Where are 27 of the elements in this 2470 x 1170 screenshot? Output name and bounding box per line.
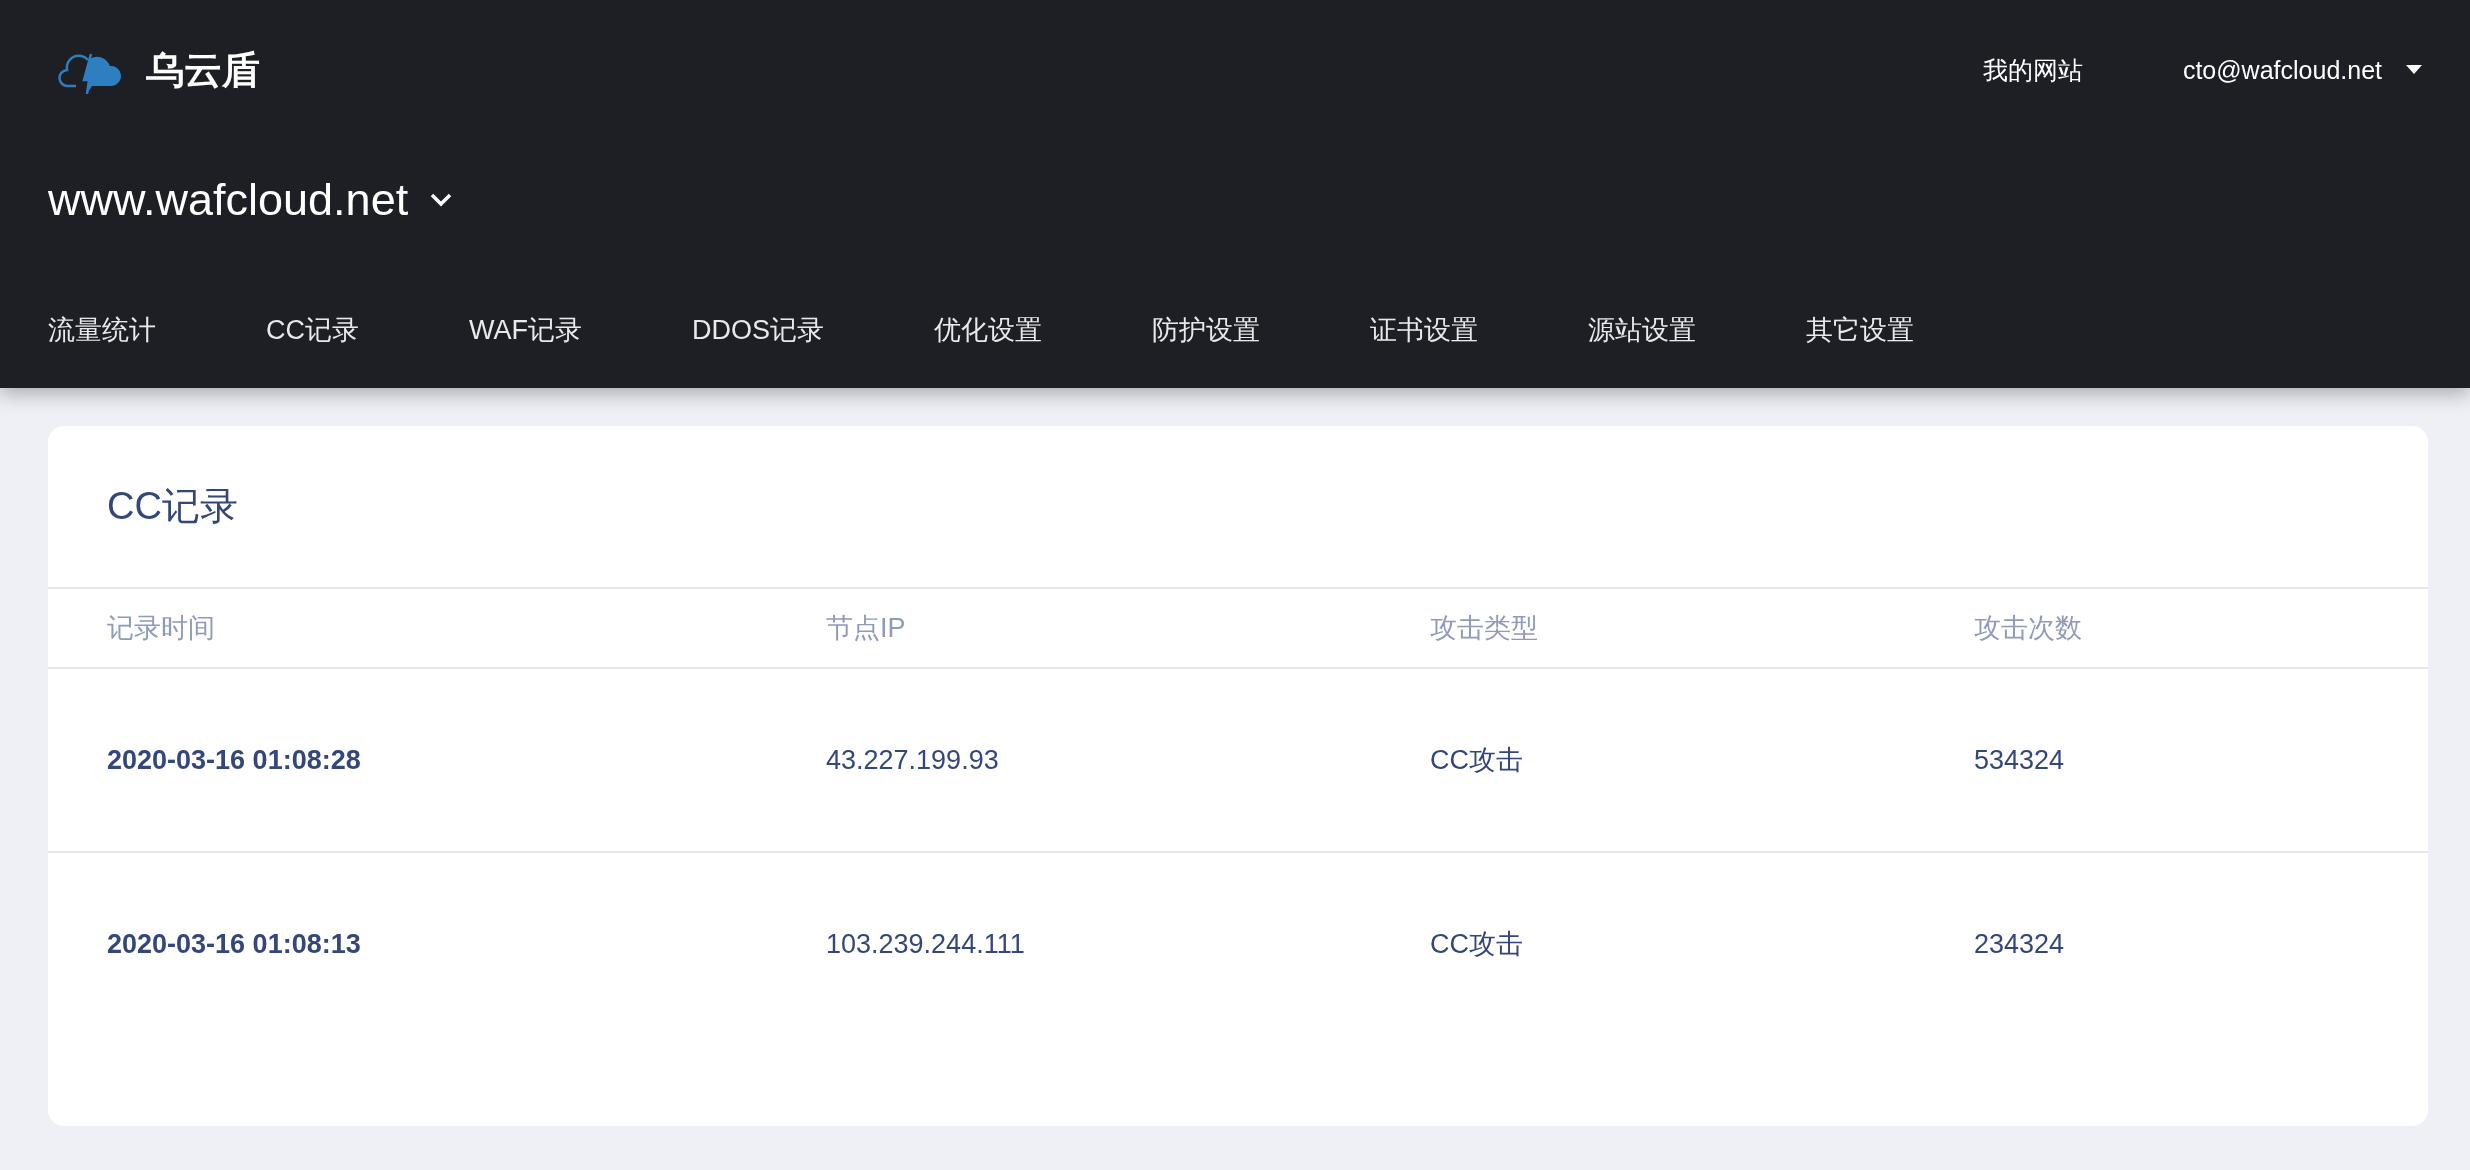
account-menu[interactable]: cto@wafcloud.net xyxy=(2182,55,2422,85)
nav-tab[interactable]: 优化设置 xyxy=(934,312,1042,348)
nav-tab[interactable]: 证书设置 xyxy=(1370,312,1478,348)
table-cell: 2020-03-16 01:08:13 xyxy=(107,928,361,960)
nav-tab[interactable]: 源站设置 xyxy=(1588,312,1696,348)
column-header: 攻击类型 xyxy=(1430,589,1974,669)
nav-tab[interactable]: 流量统计 xyxy=(48,312,156,348)
site-selector[interactable]: www.wafcloud.net xyxy=(48,140,453,260)
table-cell: 43.227.199.93 xyxy=(826,744,999,776)
nav-tab[interactable]: WAF记录 xyxy=(469,312,582,348)
table-cell: 534324 xyxy=(1974,744,2065,776)
column-header: 攻击次数 xyxy=(1974,589,2428,669)
column-header: 记录时间 xyxy=(48,589,826,669)
nav-tab[interactable]: DDOS记录 xyxy=(692,312,824,348)
nav-tab[interactable]: 其它设置 xyxy=(1806,312,1914,348)
nav-tab[interactable]: CC记录 xyxy=(266,312,359,348)
nav-tab[interactable]: 防护设置 xyxy=(1152,312,1260,348)
top-link[interactable]: 我的网站 xyxy=(1982,53,2083,87)
table-cell: 234324 xyxy=(1974,928,2065,960)
column-header: 节点IP xyxy=(826,589,1430,669)
table-cell: 2020-03-16 01:08:28 xyxy=(107,744,361,776)
brand-name: 乌云盾 xyxy=(146,47,260,93)
table-cell-text: CC攻击 xyxy=(1430,744,1523,777)
table-cell-text: CC攻击 xyxy=(1430,928,1523,961)
card-title: CC记录 xyxy=(48,426,2428,589)
chevron-down-icon xyxy=(430,193,453,207)
table-cell: 103.239.244.111 xyxy=(826,928,1025,960)
